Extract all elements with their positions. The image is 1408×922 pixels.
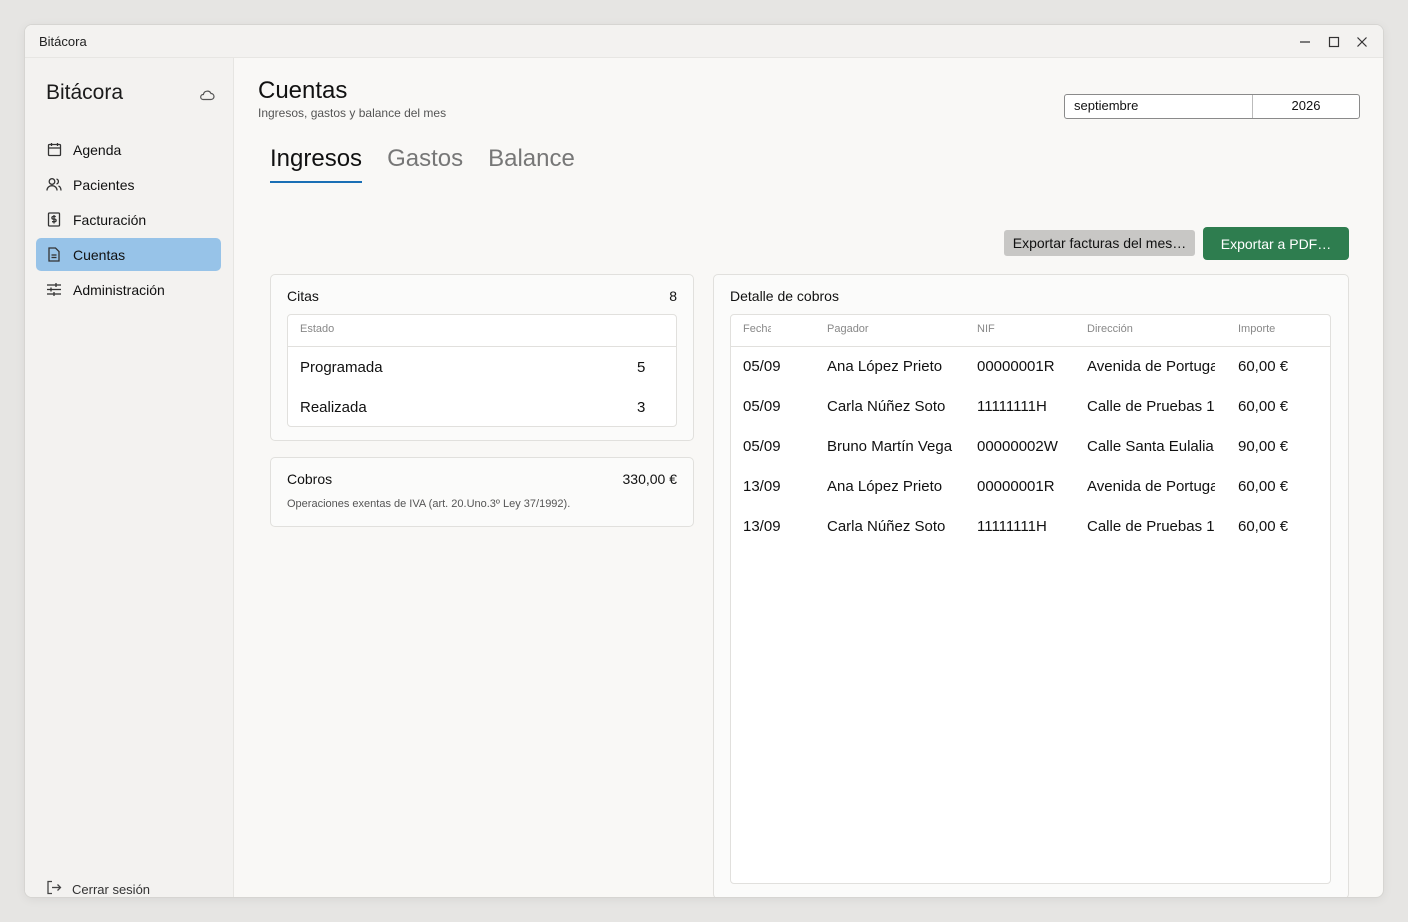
cell-pagador: Ana López Prieto: [827, 358, 943, 375]
estado-label: Realizada: [300, 398, 367, 416]
cell-nif: 00000001R: [977, 478, 1055, 495]
tab-balance[interactable]: Balance: [488, 145, 575, 181]
logout-label: Cerrar sesión: [72, 881, 151, 897]
table-row: Realizada 3: [288, 387, 676, 427]
sidebar-item-label: Cuentas: [73, 246, 126, 263]
logout-icon: [46, 880, 62, 897]
maximize-icon: [1328, 36, 1340, 48]
sidebar-item-label: Facturación: [73, 211, 147, 228]
cell-fecha: 05/09: [743, 398, 781, 415]
tax-exemption-note: Operaciones exentas de IVA (art. 20.Uno.…: [287, 498, 571, 510]
cell-importe: 90,00 €: [1238, 438, 1289, 455]
cloud-sync-icon[interactable]: [199, 88, 215, 107]
citas-title: Citas: [287, 288, 319, 304]
estado-count: 3: [637, 398, 646, 416]
tab-ingresos[interactable]: Ingresos: [270, 145, 363, 183]
column-header-pagador[interactable]: Pagador: [827, 315, 967, 343]
cell-pagador: Ana López Prieto: [827, 478, 943, 495]
citas-table: Estado Programada 5 Realizada 3: [287, 314, 677, 427]
cell-nif: 11111111H: [977, 518, 1047, 535]
minimize-icon: [1300, 41, 1310, 43]
invoice-icon: [46, 212, 62, 228]
column-header-direccion[interactable]: Dirección: [1087, 315, 1215, 343]
cell-importe: 60,00 €: [1238, 478, 1289, 495]
estado-label: Programada: [300, 358, 383, 376]
page-subtitle: Ingresos, gastos y balance del mes: [258, 106, 447, 120]
table-row[interactable]: 05/09 Carla Núñez Soto 11111111H Calle d…: [731, 387, 1330, 427]
close-button[interactable]: [1349, 31, 1375, 53]
window-title: Bitácora: [39, 34, 87, 49]
table-row[interactable]: 05/09 Ana López Prieto 00000001R Avenida…: [731, 347, 1330, 387]
citas-card: Citas 8 Estado Programada 5 Realizada 3: [270, 274, 694, 441]
period-selector: septiembre 2026: [1064, 94, 1360, 119]
cell-nif: 11111111H: [977, 398, 1047, 415]
export-pdf-button[interactable]: Exportar a PDF…: [1203, 227, 1349, 260]
cell-direccion: Avenida de Portugal: [1087, 358, 1215, 375]
month-select[interactable]: septiembre: [1065, 95, 1253, 118]
title-bar: Bitácora: [25, 25, 1383, 58]
cell-fecha: 13/09: [743, 478, 781, 495]
minimize-button[interactable]: [1292, 31, 1318, 53]
sidebar-item-label: Administración: [73, 281, 165, 298]
app-window: Bitácora Bitácora Agenda Pacientes Factu…: [24, 24, 1384, 898]
cobros-title: Cobros: [287, 471, 333, 487]
sidebar-item-facturacion[interactable]: Facturación: [36, 203, 221, 236]
detalle-table: Fecha Pagador NIF Dirección Importe 05/0…: [730, 314, 1331, 884]
citas-total: 8: [669, 288, 677, 304]
table-row: Programada 5: [288, 347, 676, 387]
page-title: Cuentas: [258, 77, 348, 104]
document-icon: [46, 247, 62, 263]
cell-importe: 60,00 €: [1238, 398, 1289, 415]
column-header-estado: Estado: [288, 315, 676, 347]
app-brand: Bitácora: [46, 81, 124, 104]
table-row[interactable]: 13/09 Carla Núñez Soto 11111111H Calle d…: [731, 507, 1330, 547]
sidebar-item-agenda[interactable]: Agenda: [36, 133, 221, 166]
cell-pagador: Carla Núñez Soto: [827, 518, 946, 535]
table-header: Fecha Pagador NIF Dirección Importe: [731, 315, 1330, 347]
sliders-icon: [46, 282, 62, 298]
sidebar-nav: Agenda Pacientes Facturación Cuentas Adm…: [36, 133, 221, 308]
cell-pagador: Bruno Martín Vega: [827, 438, 953, 455]
cell-direccion: Avenida de Portugal: [1087, 478, 1215, 495]
sidebar-item-administracion[interactable]: Administración: [36, 273, 221, 306]
cell-pagador: Carla Núñez Soto: [827, 398, 946, 415]
cell-fecha: 05/09: [743, 358, 781, 375]
estado-count: 5: [637, 358, 646, 376]
main-content: Cuentas Ingresos, gastos y balance del m…: [235, 58, 1383, 897]
cell-fecha: 05/09: [743, 438, 781, 455]
cell-direccion: Calle Santa Eulalia: [1087, 438, 1214, 455]
logout-button[interactable]: Cerrar sesión: [46, 880, 151, 897]
column-header-nif[interactable]: NIF: [977, 315, 1077, 343]
sidebar-item-pacientes[interactable]: Pacientes: [36, 168, 221, 201]
users-icon: [46, 177, 62, 193]
cobros-total: 330,00 €: [622, 471, 678, 487]
sidebar-item-cuentas[interactable]: Cuentas: [36, 238, 221, 271]
sidebar: Bitácora Agenda Pacientes Facturación Cu…: [25, 58, 234, 897]
year-select[interactable]: 2026: [1253, 95, 1359, 118]
tab-gastos[interactable]: Gastos: [387, 145, 463, 181]
export-invoices-button[interactable]: Exportar facturas del mes…: [1004, 230, 1195, 256]
cobros-card: Cobros 330,00 € Operaciones exentas de I…: [270, 457, 694, 527]
detalle-title: Detalle de cobros: [730, 288, 839, 304]
table-row[interactable]: 13/09 Ana López Prieto 00000001R Avenida…: [731, 467, 1330, 507]
cell-direccion: Calle de Pruebas 1: [1087, 398, 1215, 415]
sidebar-item-label: Agenda: [73, 141, 122, 158]
maximize-button[interactable]: [1321, 31, 1347, 53]
cell-nif: 00000002W: [977, 438, 1058, 455]
column-header-importe[interactable]: Importe: [1238, 315, 1328, 343]
cell-direccion: Calle de Pruebas 1: [1087, 518, 1215, 535]
cell-nif: 00000001R: [977, 358, 1055, 375]
cell-fecha: 13/09: [743, 518, 781, 535]
table-row[interactable]: 05/09 Bruno Martín Vega 00000002W Calle …: [731, 427, 1330, 467]
cell-importe: 60,00 €: [1238, 358, 1289, 375]
detalle-cobros-card: Detalle de cobros Fecha Pagador NIF Dire…: [713, 274, 1349, 897]
sidebar-item-label: Pacientes: [73, 176, 135, 193]
calendar-icon: [46, 142, 62, 158]
tab-bar: Ingresos Gastos Balance: [270, 145, 600, 183]
column-header-fecha[interactable]: Fecha: [743, 315, 771, 343]
cell-importe: 60,00 €: [1238, 518, 1289, 535]
close-icon: [1357, 37, 1367, 47]
